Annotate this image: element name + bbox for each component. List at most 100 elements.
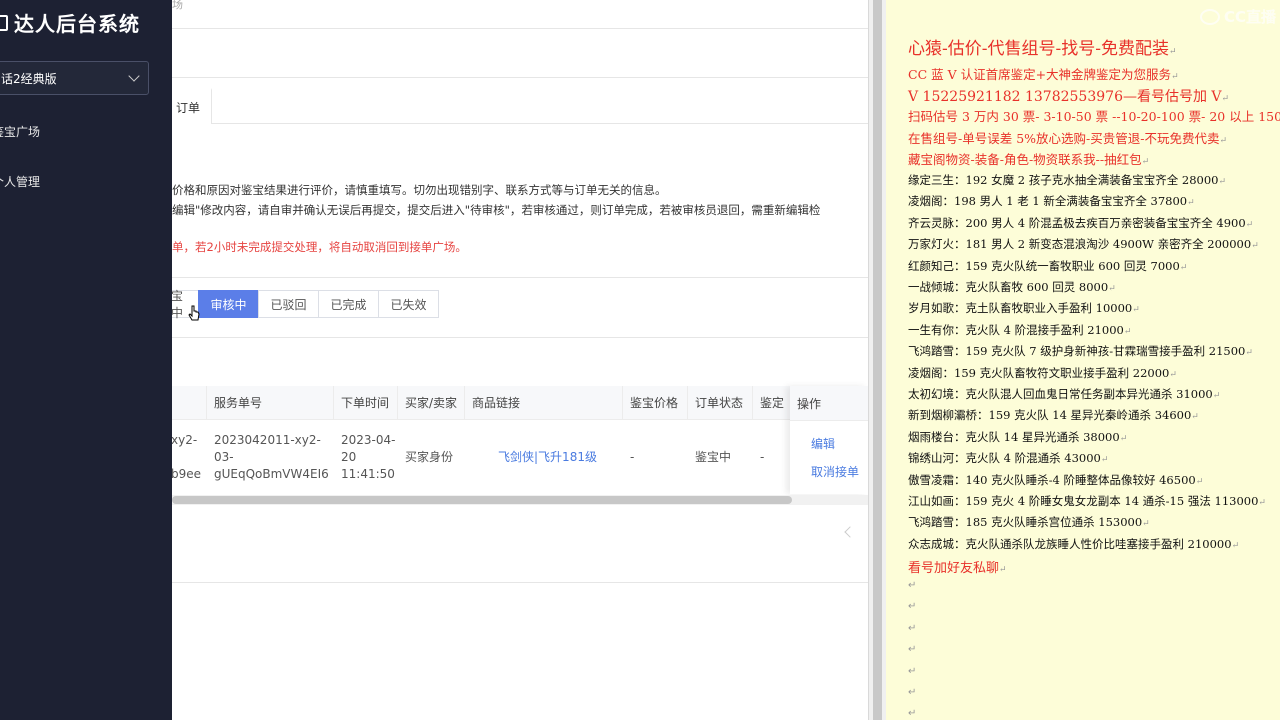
paragraph-mark-icon: ↵ [908,601,917,613]
table-cell-partial-id: xy2- b9ee [172,420,207,494]
table-header-item-link: 商品链接 [465,386,623,420]
divider [172,123,868,124]
notice-line-1: 价格和原因对鉴宝结果进行评价，请慎重填写。切勿出现错别字、联系方式等与订单无关的… [172,183,667,197]
filter-under-review[interactable]: 审核中 [198,290,259,318]
nav-item-appraisal-square[interactable]: 鉴宝广场 [0,123,40,140]
table-cell-status: 鉴宝中 [695,449,732,464]
table-header-order-time: 下单时间 [334,386,398,420]
paragraph-mark-icon: ↵ [908,622,917,634]
document-panel: CC直播 心猿-估价-代售组号-找号-免费配装↵ CC 蓝 V 认证首席鉴定+大神… [886,0,1280,720]
paragraph-mark-icon: ↵ [908,708,917,720]
version-select[interactable]: 话2经典版 [0,61,149,95]
document-line: V 15225921182 13782553976—看号估号加 V↵ [908,86,1229,106]
paragraph-mark-icon: ↵ [1141,157,1150,167]
document-line: 藏宝阁物资-装备-角色-物资联系我--抽红包↵ [908,149,1149,168]
document-line: 太初幻境：克火队混人回血鬼日常任务副本异光通杀 31000↵ [908,386,1220,402]
notice-line-2: 编辑"修改内容，请自审并确认无误后再提交，提交后进入"待审核"，若审核通过，则订… [172,203,821,217]
item-link[interactable]: 飞剑侠|飞升181级 [465,420,623,494]
document-line-text: 众志成城：克火队通杀队龙族睡人性价比哇塞接手盈利 210000 [908,536,1232,551]
paragraph-mark-icon: ↵ [1123,326,1132,337]
mouse-cursor-icon [188,305,200,321]
table-cell-appraise: - [760,449,765,464]
paragraph-mark-icon: ↵ [1245,219,1254,230]
paragraph-mark-icon: ↵ [1258,498,1266,508]
document-line: CC 蓝 V 认证首席鉴定+大神金牌鉴定为您服务↵ [908,64,1179,83]
paragraph-mark-icon: ↵ [999,565,1007,576]
document-line: 新到烟柳灞桥：159 克火队 14 星异光秦岭通杀 34600↵ [908,407,1199,423]
partial-id-line-2: b9ee [172,466,202,481]
document-line: 飞鸿踏雪：185 克火队睡杀宫位通杀 153000↵ [908,514,1150,530]
table-cell-role: 买家身份 [405,449,454,464]
cancel-order-button[interactable]: 取消接单 [811,463,859,480]
order-time-line-2: 20 [341,449,357,464]
document-line-text: 凌烟阁：159 克火队畜牧符文职业接手盈利 22000 [908,365,1170,380]
document-line: 锦绣山河：克火队 4 阶混通杀 43000↵ [908,450,1108,466]
version-select-value: 话2经典版 [1,71,57,86]
document-line: 傲雪凌霜：140 克火队睡杀-4 阶睡整体品像较好 46500↵ [908,472,1203,488]
table-header-order-status: 订单状态 [688,386,753,420]
sidebar: 达人后台系统 话2经典版 鉴宝广场 个人管理 [0,0,172,720]
status-filter-group: 宝中 审核中 已驳回 已完成 已失效 [172,289,439,320]
paragraph-mark-icon: ↵ [1251,241,1259,252]
document-line-text: 飞鸿踏雪：185 克火队睡杀宫位通杀 153000 [908,515,1143,530]
document-line-text: 扫码估号 3 万内 30 票- 3-10-50 票 --10-20-100 票-… [908,109,1280,124]
document-line: 一战倾城：克火队畜牧 600 回灵 8000↵ [908,279,1116,295]
document-line: 缘定三生：192 女魔 2 孩子克水抽全满装备宝宝齐全 28000↵ [908,172,1226,188]
table-header-operations: 操作 [790,386,868,421]
paragraph-mark-icon: ↵ [1245,348,1253,359]
table-header-partial [172,386,207,420]
document-line-text: 心猿-估价-代售组号-找号-免费配装 [908,39,1169,59]
edit-button[interactable]: 编辑 [811,435,835,452]
chevron-down-icon [128,70,140,82]
scrollbar-thumb[interactable] [172,496,792,504]
document-line: 江山如画：159 克火 4 阶睡女鬼女龙副本 14 通杀-15 强法 11300… [908,493,1266,509]
paragraph-mark-icon: ↵ [1179,262,1188,273]
paragraph-mark-icon: ↵ [908,644,917,656]
document-line-text: 新到烟柳灞桥：159 克火队 14 星异光秦岭通杀 34600 [908,408,1192,423]
paragraph-mark-icon: ↵ [1195,476,1204,487]
table-header-buyer-seller: 买家/卖家 [398,386,465,420]
document-line: 凌烟阁：159 克火队畜牧符文职业接手盈利 22000↵ [908,365,1177,381]
document-line: 飞鸿踏雪：159 克火队 7 级护身新神孩-甘霖瑞雪接手盈利 21500↵ [908,343,1253,359]
partial-id-line-1: xy2- [172,432,198,447]
divider [172,77,868,78]
document-line: 万家灯火：181 男人 2 新变态混浪淘沙 4900W 亲密齐全 200000↵ [908,236,1259,252]
tab-orders[interactable]: 订单 [172,88,212,124]
notice-line-3: 单，若2小时未完成提交处理，将自动取消回到接单广场。 [172,240,467,254]
paragraph-mark-icon: ↵ [1171,72,1179,82]
paragraph-mark-icon: ↵ [1119,433,1128,444]
document-line-text: CC 蓝 V 认证首席鉴定+大神金牌鉴定为您服务 [908,67,1172,82]
service-no-line-2: 03- [214,449,234,464]
chevron-left-icon[interactable] [844,526,856,538]
app-logo[interactable]: 达人后台系统 [0,8,140,37]
document-line-text: 缘定三生：192 女魔 2 孩子克水抽全满装备宝宝齐全 28000 [908,173,1219,187]
paragraph-mark-icon: ↵ [1212,391,1221,401]
operations-column: 操作 编辑 取消接单 [790,386,868,494]
table-header-appraise: 鉴定 [753,386,793,420]
document-line-text: 一战倾城：克火队畜牧 600 回灵 8000 [908,280,1109,294]
divider [172,337,868,338]
logo-icon [0,14,8,31]
document-line-text: 在售组号-单号误差 5%放心选购-买贵管退-不玩免费代卖 [908,131,1220,146]
service-no-line-1: 2023042011-xy2- [214,432,321,447]
filter-expired[interactable]: 已失效 [378,290,439,318]
table-cell-service-no: 2023042011-xy2- 03- gUEqQoBmVW4EI6 [207,420,334,494]
document-line: 齐云灵脉：200 男人 4 阶混孟极去疾百万亲密装备宝宝齐全 4900↵ [908,215,1253,231]
table-cell-order-time: 2023-04- 20 11:41:50 [334,420,398,494]
horizontal-scrollbar[interactable] [172,495,868,505]
filter-rejected[interactable]: 已驳回 [258,290,319,318]
app-title: 达人后台系统 [14,12,140,36]
nav-item-personal-management[interactable]: 个人管理 [0,173,40,190]
vertical-scrollbar[interactable] [873,0,882,720]
paragraph-mark-icon: ↵ [1169,369,1177,380]
service-no-line-3: gUEqQoBmVW4EI6 [214,466,329,481]
document-line-text: 烟雨楼台：克火队 14 星异光通杀 38000 [908,429,1120,444]
document-line: 心猿-估价-代售组号-找号-免费配装↵ [908,34,1177,59]
divider [172,277,868,278]
divider [172,28,868,29]
document-line-text: 江山如画：159 克火 4 阶睡女鬼女龙副本 14 通杀-15 强法 11300… [908,494,1259,508]
filter-completed[interactable]: 已完成 [318,290,379,318]
window-splitter[interactable] [868,0,887,720]
watermark-text: CC直播 [1223,8,1276,26]
paragraph-mark-icon: ↵ [1191,412,1199,423]
